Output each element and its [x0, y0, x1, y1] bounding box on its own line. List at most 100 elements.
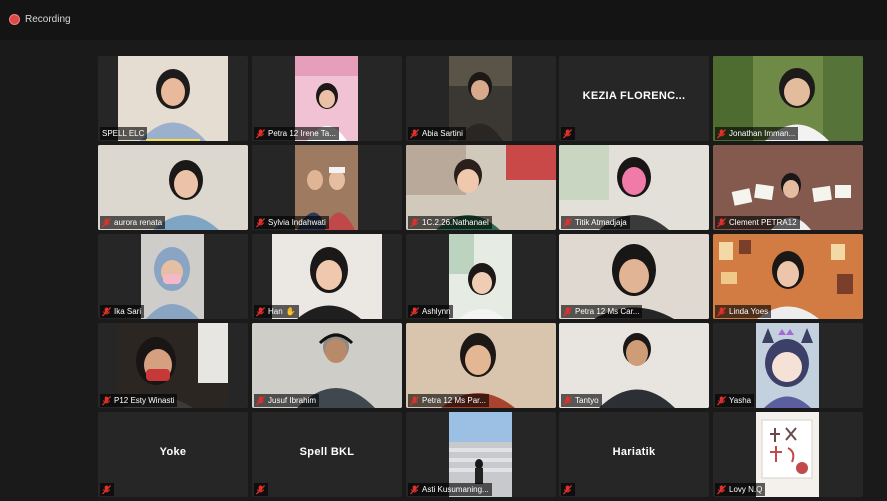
- participant-name-label: Lovy N.Q: [715, 483, 766, 496]
- participant-tile[interactable]: Han ✋: [252, 234, 402, 319]
- mic-muted-icon: [256, 395, 265, 405]
- participant-tile[interactable]: KEZIA FLORENC...: [559, 56, 709, 141]
- raise-hand-icon: ✋: [285, 307, 296, 316]
- participant-name: Ika Sari: [114, 307, 142, 316]
- participant-name: Clement PETRA12: [729, 218, 797, 227]
- participant-name-label: [561, 127, 575, 140]
- participant-tile[interactable]: Linda Yoes: [713, 234, 863, 319]
- participant-name-label: aurora renata: [100, 216, 166, 229]
- participant-video: [141, 234, 204, 319]
- participant-tile[interactable]: Clement PETRA12: [713, 145, 863, 230]
- participant-name: Sylvia Indahwati: [268, 218, 326, 227]
- participant-name: Tantyo: [575, 396, 599, 405]
- participant-name-placeholder: Hariatik: [612, 446, 656, 458]
- participant-name-placeholder: KEZIA FLORENC...: [582, 90, 686, 102]
- participant-name-label: [254, 483, 268, 496]
- mic-muted-icon: [717, 306, 726, 316]
- participant-name-label: Petra 12 Irene Ta...: [254, 127, 339, 140]
- mic-muted-icon: [410, 306, 419, 316]
- participant-tile[interactable]: Lovy N.Q: [713, 412, 863, 497]
- mic-muted-icon: [410, 128, 419, 138]
- participant-name-label: Linda Yoes: [715, 305, 772, 318]
- participant-tile[interactable]: Jonathan Imman...: [713, 56, 863, 141]
- participant-name: aurora renata: [114, 218, 163, 227]
- participant-tile[interactable]: Ika Sari: [98, 234, 248, 319]
- participant-name: Jusuf Ibrahim: [268, 396, 317, 405]
- participant-tile[interactable]: Hariatik: [559, 412, 709, 497]
- active-speaker-indicator: [146, 139, 200, 141]
- participant-name-placeholder: Yoke: [159, 446, 187, 458]
- participant-tile[interactable]: SPELL ELC: [98, 56, 248, 141]
- participant-name: Jonathan Imman...: [729, 129, 796, 138]
- participant-name-label: P12 Esty Winasti: [100, 394, 178, 407]
- mic-muted-icon: [717, 395, 726, 405]
- mic-muted-icon: [410, 395, 419, 405]
- participant-name-label: Titik Atmadjaja: [561, 216, 630, 229]
- recording-dot-icon: [9, 13, 20, 25]
- participant-name-label: [100, 483, 114, 496]
- participant-tile[interactable]: Sylvia Indahwati: [252, 145, 402, 230]
- recording-label: Recording: [25, 13, 71, 25]
- participant-tile[interactable]: Titik Atmadjaja: [559, 145, 709, 230]
- participant-tile[interactable]: Petra 12 Ms Par...: [406, 323, 556, 408]
- participant-name-placeholder: Spell BKL: [299, 446, 355, 458]
- participant-name-label: Yasha: [715, 394, 755, 407]
- participant-name: Yasha: [729, 396, 752, 405]
- participant-tile[interactable]: 1C.2.26.Nathanael: [406, 145, 556, 230]
- participant-name: Linda Yoes: [729, 307, 769, 316]
- participant-name: Lovy N.Q: [729, 485, 763, 494]
- participant-name: Abia Sartini: [422, 129, 463, 138]
- participant-tile[interactable]: Spell BKL: [252, 412, 402, 497]
- participant-tile[interactable]: Tantyo: [559, 323, 709, 408]
- mic-muted-icon: [102, 395, 111, 405]
- mic-muted-icon: [717, 128, 726, 138]
- participant-video: [756, 323, 819, 408]
- participant-name: Han: [268, 307, 283, 316]
- participant-tile[interactable]: Petra 12 Ms Car...: [559, 234, 709, 319]
- participant-video: [756, 412, 819, 497]
- participant-name-label: Petra 12 Ms Car...: [561, 305, 643, 318]
- mic-muted-icon: [563, 128, 572, 138]
- participant-name: Petra 12 Ms Car...: [575, 307, 640, 316]
- participant-name-label: Ika Sari: [100, 305, 145, 318]
- mic-muted-icon: [102, 306, 111, 316]
- participant-video: [449, 234, 512, 319]
- mic-muted-icon: [717, 217, 726, 227]
- mic-muted-icon: [102, 484, 111, 494]
- top-bar: Recording: [0, 0, 887, 40]
- participant-name: Petra 12 Ms Par...: [422, 396, 487, 405]
- participant-name-label: Tantyo: [561, 394, 602, 407]
- participant-name-label: Ashlynn: [408, 305, 454, 318]
- participant-name: P12 Esty Winasti: [114, 396, 175, 405]
- participant-name-label: Petra 12 Ms Par...: [408, 394, 490, 407]
- mic-muted-icon: [256, 306, 265, 316]
- participant-grid: SPELL ELC Petra 12 Irene Ta... Abia Sart…: [98, 56, 865, 498]
- participant-tile[interactable]: Abia Sartini: [406, 56, 556, 141]
- participant-name: 1C.2.26.Nathanael: [422, 218, 489, 227]
- participant-tile[interactable]: P12 Esty Winasti: [98, 323, 248, 408]
- participant-tile[interactable]: Asti Kusumaning...: [406, 412, 556, 497]
- participant-name-label: Asti Kusumaning...: [408, 483, 492, 496]
- mic-muted-icon: [410, 484, 419, 494]
- mic-muted-icon: [410, 217, 419, 227]
- participant-name: Petra 12 Irene Ta...: [268, 129, 336, 138]
- participant-name-label: Clement PETRA12: [715, 216, 800, 229]
- participant-name: Titik Atmadjaja: [575, 218, 627, 227]
- participant-name-label: 1C.2.26.Nathanael: [408, 216, 492, 229]
- participant-tile[interactable]: Jusuf Ibrahim: [252, 323, 402, 408]
- participant-tile[interactable]: Ashlynn: [406, 234, 556, 319]
- participant-name: SPELL ELC: [102, 129, 145, 138]
- mic-muted-icon: [717, 484, 726, 494]
- participant-tile[interactable]: aurora renata: [98, 145, 248, 230]
- participant-name: Asti Kusumaning...: [422, 485, 489, 494]
- participant-tile[interactable]: Petra 12 Irene Ta...: [252, 56, 402, 141]
- mic-muted-icon: [256, 484, 265, 494]
- participant-name-label: Jusuf Ibrahim: [254, 394, 320, 407]
- mic-muted-icon: [563, 306, 572, 316]
- participant-name-label: SPELL ELC: [100, 127, 148, 140]
- mic-muted-icon: [563, 484, 572, 494]
- mic-muted-icon: [563, 217, 572, 227]
- participant-tile[interactable]: Yasha: [713, 323, 863, 408]
- recording-indicator[interactable]: Recording: [9, 11, 71, 27]
- participant-tile[interactable]: Yoke: [98, 412, 248, 497]
